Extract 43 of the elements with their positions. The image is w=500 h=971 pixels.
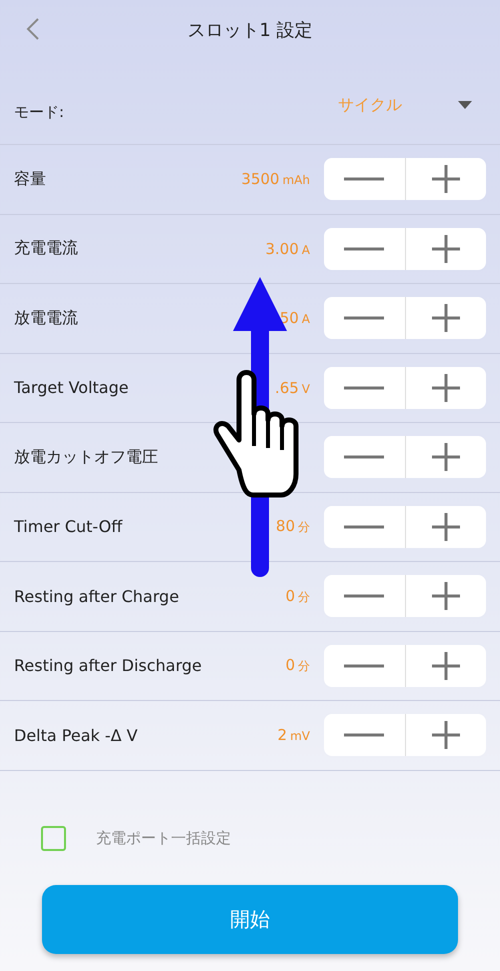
setting-label: 放電電流	[14, 308, 79, 329]
minus-icon	[344, 594, 384, 598]
setting-label: 充電電流	[14, 238, 79, 260]
plus-icon	[432, 374, 460, 402]
minus-icon	[344, 664, 384, 668]
mode-label: モード:	[14, 102, 66, 122]
plus-icon	[432, 512, 460, 541]
mode-dropdown[interactable]: サイクル	[338, 94, 472, 130]
checkbox-label: 充電ポート一括設定	[96, 828, 231, 848]
minus-icon	[344, 177, 384, 182]
setting-value: 0 分	[285, 586, 310, 606]
plus-icon	[432, 165, 460, 194]
plus-icon	[432, 443, 460, 472]
setting-value: .65 V	[274, 378, 310, 397]
setting-label: 放電カットオフ電圧	[14, 446, 159, 468]
checkbox[interactable]	[41, 826, 66, 850]
setting-value: 3500 mAh	[241, 170, 310, 188]
minus-icon	[344, 386, 384, 390]
plus-icon	[432, 582, 460, 610]
setting-value: 2 mV	[278, 726, 310, 744]
minus-icon	[344, 246, 384, 251]
setting-label: Resting after Charge	[14, 586, 180, 606]
setting-label: 容量	[14, 168, 47, 190]
setting-label: Resting after Discharge	[14, 656, 203, 676]
setting-value: 3.00 A	[265, 240, 310, 258]
back-icon[interactable]	[26, 17, 40, 41]
caret-icon	[458, 101, 472, 109]
setting-value: 50 A	[280, 309, 310, 328]
setting-label: Target Voltage	[14, 378, 130, 398]
setting-label: Delta Peak -Δ V	[14, 726, 139, 745]
plus-icon	[432, 234, 460, 263]
setting-value: 80 分	[276, 517, 310, 536]
setting-label: Timer Cut-Off	[14, 517, 124, 536]
minus-icon	[344, 524, 384, 529]
start-button[interactable]: 開始	[42, 884, 458, 954]
page-title: スロット1 設定	[187, 19, 313, 42]
minus-icon	[344, 316, 384, 320]
plus-icon	[432, 304, 460, 332]
minus-icon	[344, 455, 384, 460]
plus-icon	[432, 652, 460, 680]
minus-icon	[344, 733, 384, 738]
setting-value: 0 分	[285, 656, 310, 676]
plus-icon	[432, 721, 460, 750]
